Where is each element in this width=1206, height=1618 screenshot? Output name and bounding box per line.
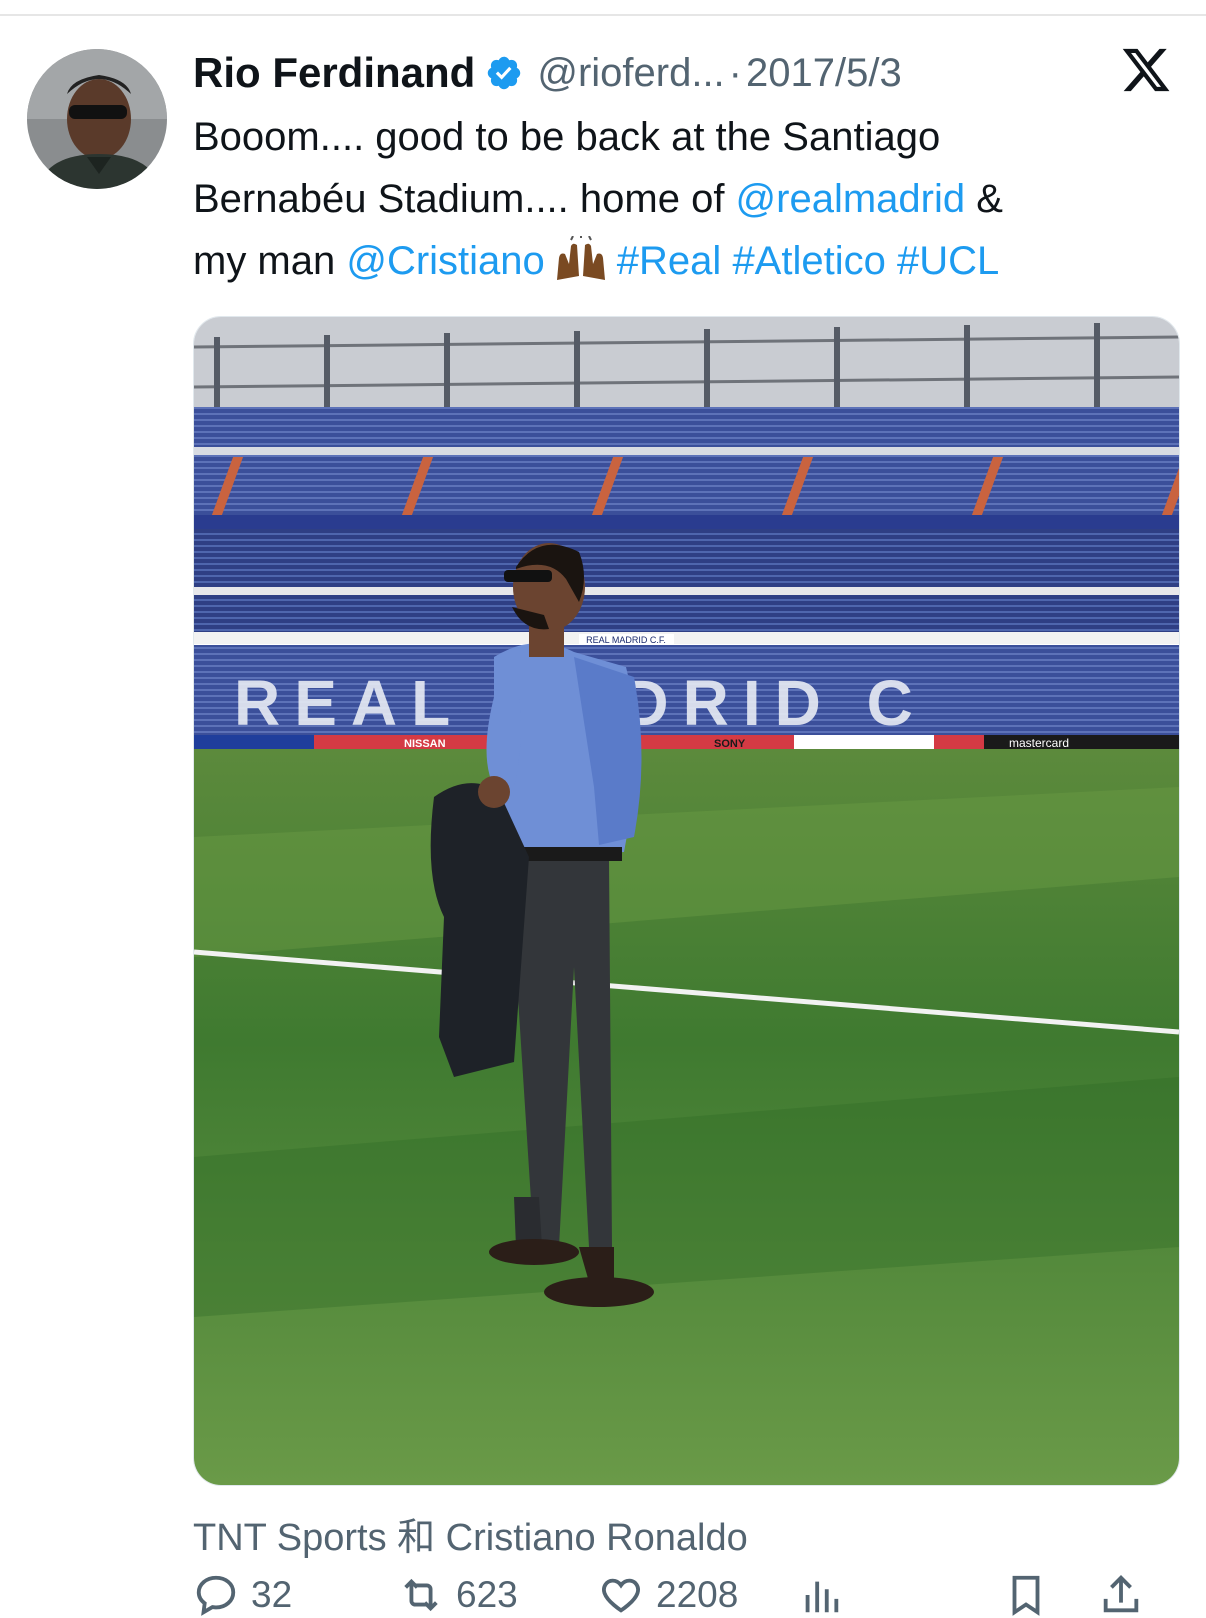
tweet-text-line-3: my man @Cristiano #Real #Atletico #UCL xyxy=(193,230,1183,292)
top-divider xyxy=(0,14,1206,16)
hashtag-ucl[interactable]: #UCL xyxy=(897,239,999,283)
text-segment: my man xyxy=(193,239,347,283)
tweet-text-line-1: Booom.... good to be back at the Santiag… xyxy=(193,106,1183,168)
tweet-photo[interactable]: REAL MADRID C.F. REAL MADRID C mastercar… xyxy=(193,316,1180,1486)
tweet-date[interactable]: 2017/5/3 xyxy=(746,51,902,96)
author-name[interactable]: Rio Ferdinand xyxy=(193,49,475,97)
heart-icon xyxy=(602,1578,640,1613)
verified-badge-icon xyxy=(485,54,523,92)
text-segment: & xyxy=(965,177,1003,221)
text-segment: Booom.... good to be back at the Santiag… xyxy=(193,115,941,159)
like-button[interactable]: 2208 xyxy=(598,1572,738,1618)
ad-unicredit: UniCredit xyxy=(884,738,930,750)
ad-mastercard: mastercard xyxy=(1009,736,1069,750)
share-button[interactable] xyxy=(1098,1572,1156,1618)
author-handle[interactable]: @rioferd... xyxy=(537,51,724,96)
raising-hands-emoji-icon xyxy=(551,234,611,282)
separator-dot: · xyxy=(728,50,742,95)
reply-icon xyxy=(196,1575,236,1616)
hashtag-atletico[interactable]: #Atletico xyxy=(732,239,885,283)
tweet-text: Booom.... good to be back at the Santiag… xyxy=(193,106,1183,292)
mention-cristiano[interactable]: @Cristiano xyxy=(346,239,544,283)
mention-realmadrid[interactable]: @realmadrid xyxy=(736,177,966,221)
avatar[interactable] xyxy=(27,49,167,189)
like-count: 2208 xyxy=(656,1574,739,1615)
bookmark-button[interactable] xyxy=(1003,1572,1061,1618)
text-segment: Bernabéu Stadium.... home of xyxy=(193,177,736,221)
views-button[interactable] xyxy=(798,1572,856,1618)
retweet-icon xyxy=(404,1578,438,1612)
ad-nissan: NISSAN xyxy=(404,738,446,750)
bookmark-icon xyxy=(1012,1575,1040,1616)
x-logo-icon[interactable] xyxy=(1120,44,1172,96)
views-chart-icon xyxy=(805,1581,839,1613)
retweet-count: 623 xyxy=(456,1574,518,1615)
reply-button[interactable]: 32 xyxy=(193,1572,292,1618)
stadium-photo: REAL MADRID C.F. REAL MADRID C mastercar… xyxy=(194,317,1179,1485)
tweet-text-line-2: Bernabéu Stadium.... home of @realmadrid… xyxy=(193,168,1183,230)
retweet-button[interactable]: 623 xyxy=(398,1572,518,1618)
reply-count: 32 xyxy=(251,1574,293,1615)
share-icon xyxy=(1103,1575,1139,1613)
tagged-users[interactable]: TNT Sports 和 Cristiano Ronaldo xyxy=(193,1506,748,1561)
tagged-text: TNT Sports 和 Cristiano Ronaldo xyxy=(193,1517,748,1559)
tweet-header: Rio Ferdinand @rioferd... · 2017/5/3 xyxy=(193,46,902,100)
banner-label: REAL MADRID C.F. xyxy=(586,635,666,645)
avatar-image xyxy=(27,49,167,189)
ad-sony: SONY xyxy=(714,738,746,750)
hashtag-real[interactable]: #Real xyxy=(617,239,722,283)
action-bar: 32 623 2208 xyxy=(193,1572,1183,1616)
